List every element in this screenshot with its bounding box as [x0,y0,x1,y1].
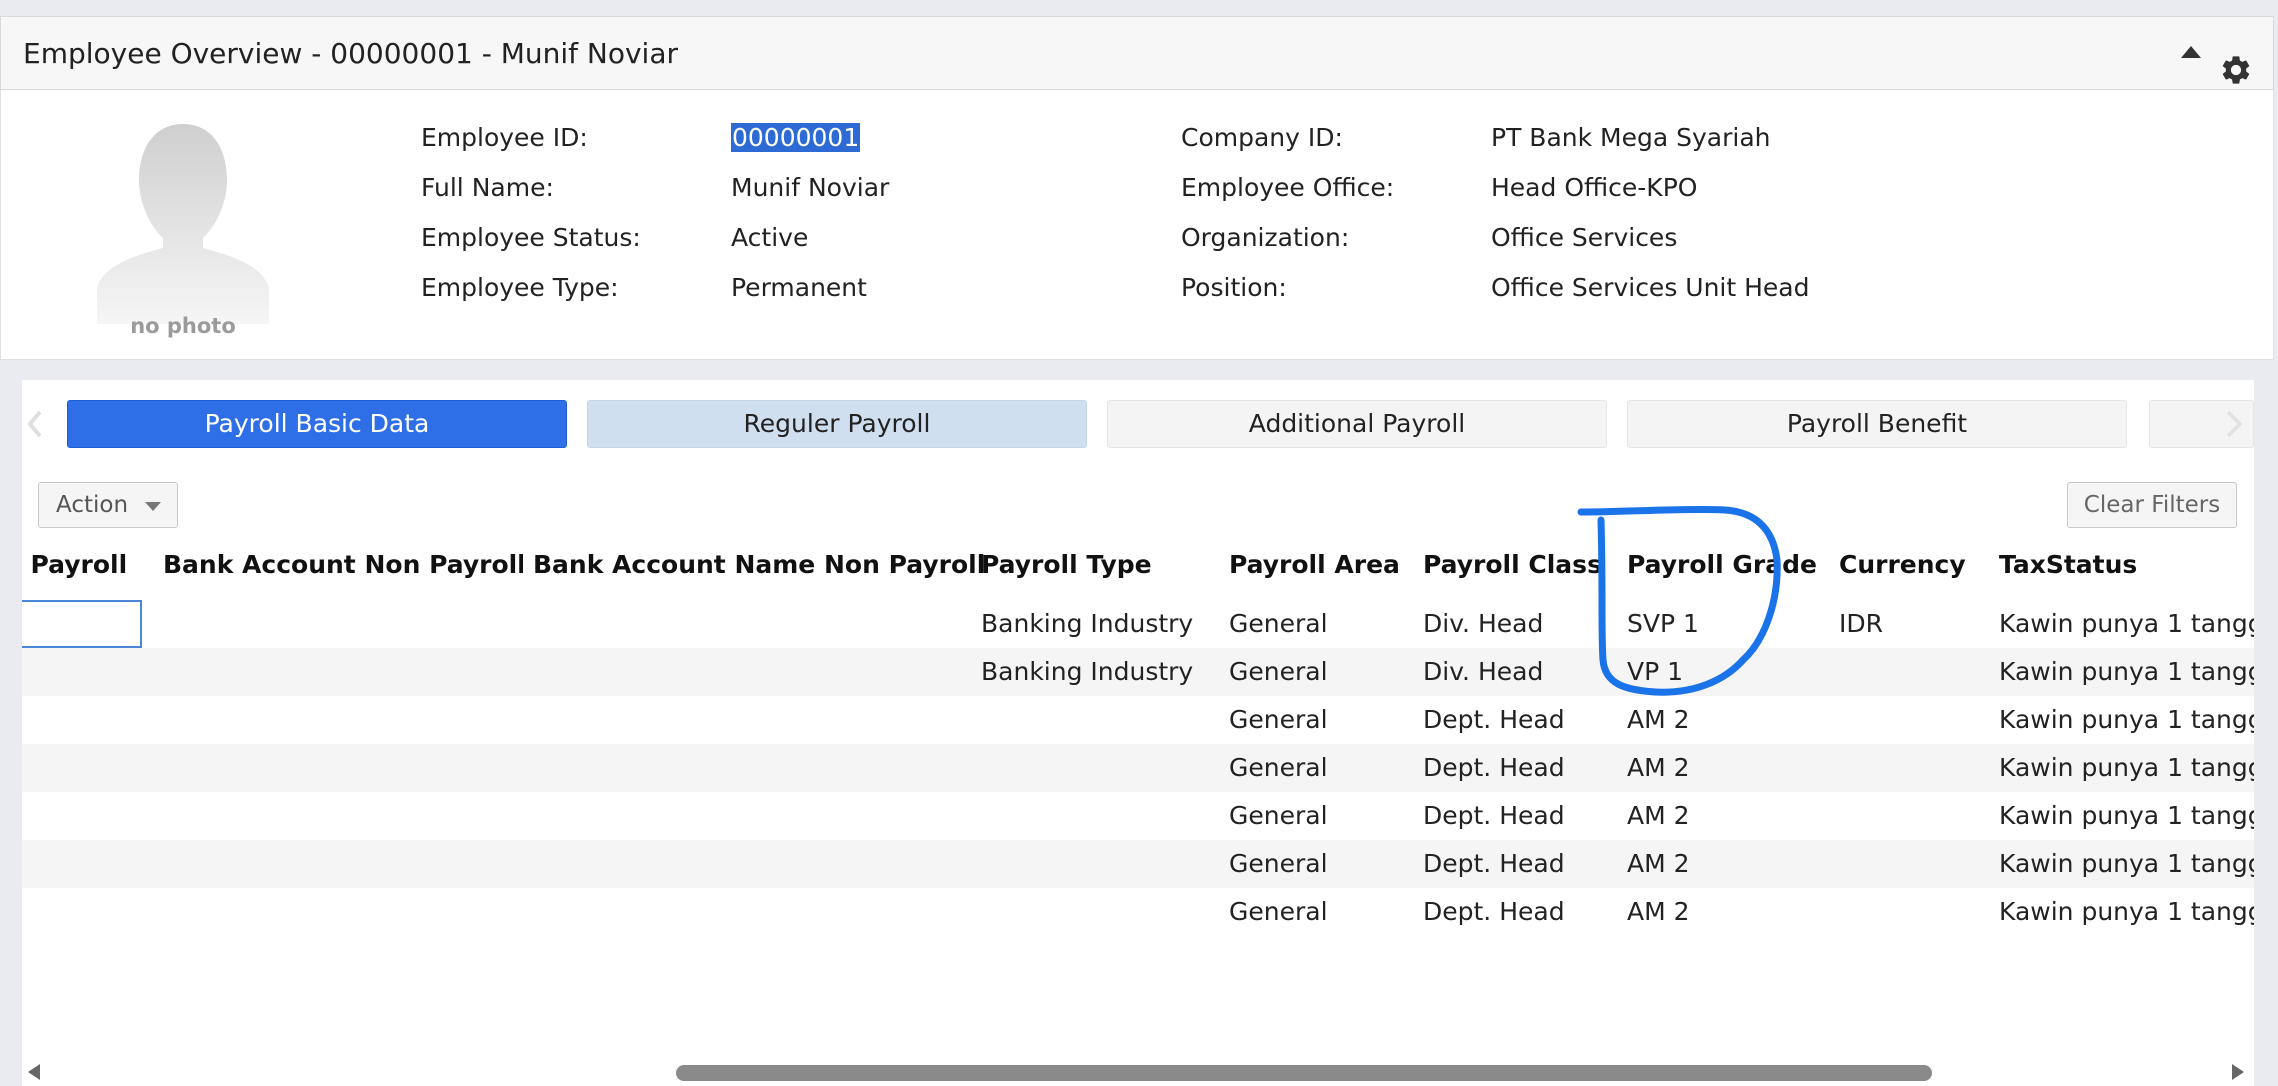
horizontal-scrollbar[interactable] [22,1060,2254,1086]
payroll-class-cell: Dept. Head [1423,705,1565,734]
employee-info-panel: no photo Employee ID: 00000001 Full Name… [0,90,2274,360]
payroll-class-cell: Div. Head [1423,609,1544,638]
position-label: Position: [1181,273,1287,302]
currency-cell: IDR [1839,609,1883,638]
table-row[interactable]: Banking Industry General Div. Head SVP 1… [22,600,2254,648]
table-row[interactable]: General Dept. Head AM 2 Kawin punya 1 ta… [22,696,2254,744]
table-row[interactable]: General Dept. Head AM 2 Kawin punya 1 ta… [22,840,2254,888]
payroll-grade-cell: AM 2 [1627,801,1690,830]
no-photo-label: no photo [130,314,236,338]
payroll-type-cell: Banking Industry [981,657,1194,686]
tax-status-cell: Kawin punya 1 tanggungan [1999,801,2254,830]
tax-status-cell: Kawin punya 1 tanggungan [1999,705,2254,734]
scroll-left-arrow-icon[interactable] [28,1064,40,1080]
position-value: Office Services Unit Head [1491,273,1810,302]
full-name-label: Full Name: [421,173,554,202]
employee-id-selected-text[interactable]: 00000001 [731,123,861,152]
column-header[interactable]: Bank Account Non Payroll [163,530,523,600]
employee-office-value: Head Office-KPO [1491,173,1698,202]
caret-down-icon [145,502,161,511]
payroll-grade-cell: AM 2 [1627,897,1690,926]
employee-status-value: Active [731,223,809,252]
column-header[interactable]: n Payroll [22,530,134,600]
employee-id-value[interactable]: 00000001 [731,113,861,163]
column-header[interactable]: Currency [1839,530,1994,600]
scroll-right-arrow-icon[interactable] [2232,1064,2244,1080]
page-title: Employee Overview - 00000001 - Munif Nov… [23,37,679,70]
tab-payroll-basic-data[interactable]: Payroll Basic Data [67,400,567,448]
payroll-class-cell: Dept. Head [1423,849,1565,878]
payroll-grade-cell: SVP 1 [1627,609,1699,638]
column-header[interactable]: Payroll Area [1229,530,1419,600]
employee-id-label: Employee ID: [421,123,588,152]
company-id-label: Company ID: [1181,123,1343,152]
payroll-area-cell: General [1229,849,1328,878]
payroll-area-cell: General [1229,801,1328,830]
payroll-content: Payroll Basic Data Reguler Payroll Addit… [22,380,2254,1086]
payroll-grade-cell: AM 2 [1627,705,1690,734]
employee-type-value: Permanent [731,273,867,302]
cell-edit-input[interactable] [22,600,142,648]
column-header[interactable]: Bank Account Name Non Payroll [533,530,993,600]
payroll-class-cell: Dept. Head [1423,753,1565,782]
action-dropdown-button[interactable]: Action [38,482,178,528]
tax-status-cell: Kawin punya 1 tanggungan [1999,609,2254,638]
avatar-placeholder-icon [97,124,269,324]
payroll-class-cell: Dept. Head [1423,897,1565,926]
payroll-type-cell: Banking Industry [981,609,1194,638]
full-name-value: Munif Noviar [731,173,890,202]
employee-office-label: Employee Office: [1181,173,1395,202]
payroll-area-cell: General [1229,897,1328,926]
table-row[interactable]: General Dept. Head AM 2 Kawin punya 1 ta… [22,792,2254,840]
column-header[interactable]: Payroll Type [981,530,1221,600]
tab-reguler-payroll[interactable]: Reguler Payroll [587,400,1087,448]
tax-status-cell: Kawin punya 1 tanggungan [1999,849,2254,878]
payroll-area-cell: General [1229,657,1328,686]
organization-value: Office Services [1491,223,1678,252]
overview-header: Employee Overview - 00000001 - Munif Nov… [0,16,2274,90]
employee-type-label: Employee Type: [421,273,619,302]
collapse-icon[interactable] [2181,46,2201,58]
payroll-area-cell: General [1229,753,1328,782]
tab-payroll-benefit[interactable]: Payroll Benefit [1627,400,2127,448]
company-id-value: PT Bank Mega Syariah [1491,123,1771,152]
tax-status-cell: Kawin punya 1 tanggungan [1999,657,2254,686]
chevron-right-icon[interactable] [2220,406,2248,442]
table-row[interactable]: General Dept. Head AM 2 Kawin punya 1 ta… [22,888,2254,936]
column-header[interactable]: TaxStatus [1999,530,2254,600]
payroll-grade-cell: VP 1 [1627,657,1684,686]
payroll-grade-cell: AM 2 [1627,849,1690,878]
gear-icon[interactable] [2219,53,2253,87]
payroll-class-cell: Dept. Head [1423,801,1565,830]
table-row[interactable]: General Dept. Head AM 2 Kawin punya 1 ta… [22,744,2254,792]
column-header[interactable]: Payroll Grade [1627,530,1832,600]
payroll-area-cell: General [1229,705,1328,734]
scroll-thumb[interactable] [676,1065,1932,1081]
clear-filters-button[interactable]: Clear Filters [2067,482,2237,528]
employee-photo: no photo [83,124,283,338]
tax-status-cell: Kawin punya 1 tanggungan [1999,753,2254,782]
payroll-class-cell: Div. Head [1423,657,1544,686]
chevron-left-icon[interactable] [24,406,46,442]
tab-additional-payroll[interactable]: Additional Payroll [1107,400,1607,448]
table-row[interactable]: Banking Industry General Div. Head VP 1 … [22,648,2254,696]
action-button-label: Action [56,492,129,518]
column-header[interactable]: Payroll Class [1423,530,1623,600]
organization-label: Organization: [1181,223,1350,252]
payroll-grade-cell: AM 2 [1627,753,1690,782]
employee-status-label: Employee Status: [421,223,641,252]
payroll-area-cell: General [1229,609,1328,638]
tax-status-cell: Kawin punya 1 tanggungan [1999,897,2254,926]
payroll-data-grid: n Payroll Bank Account Non Payroll Bank … [22,530,2254,1020]
